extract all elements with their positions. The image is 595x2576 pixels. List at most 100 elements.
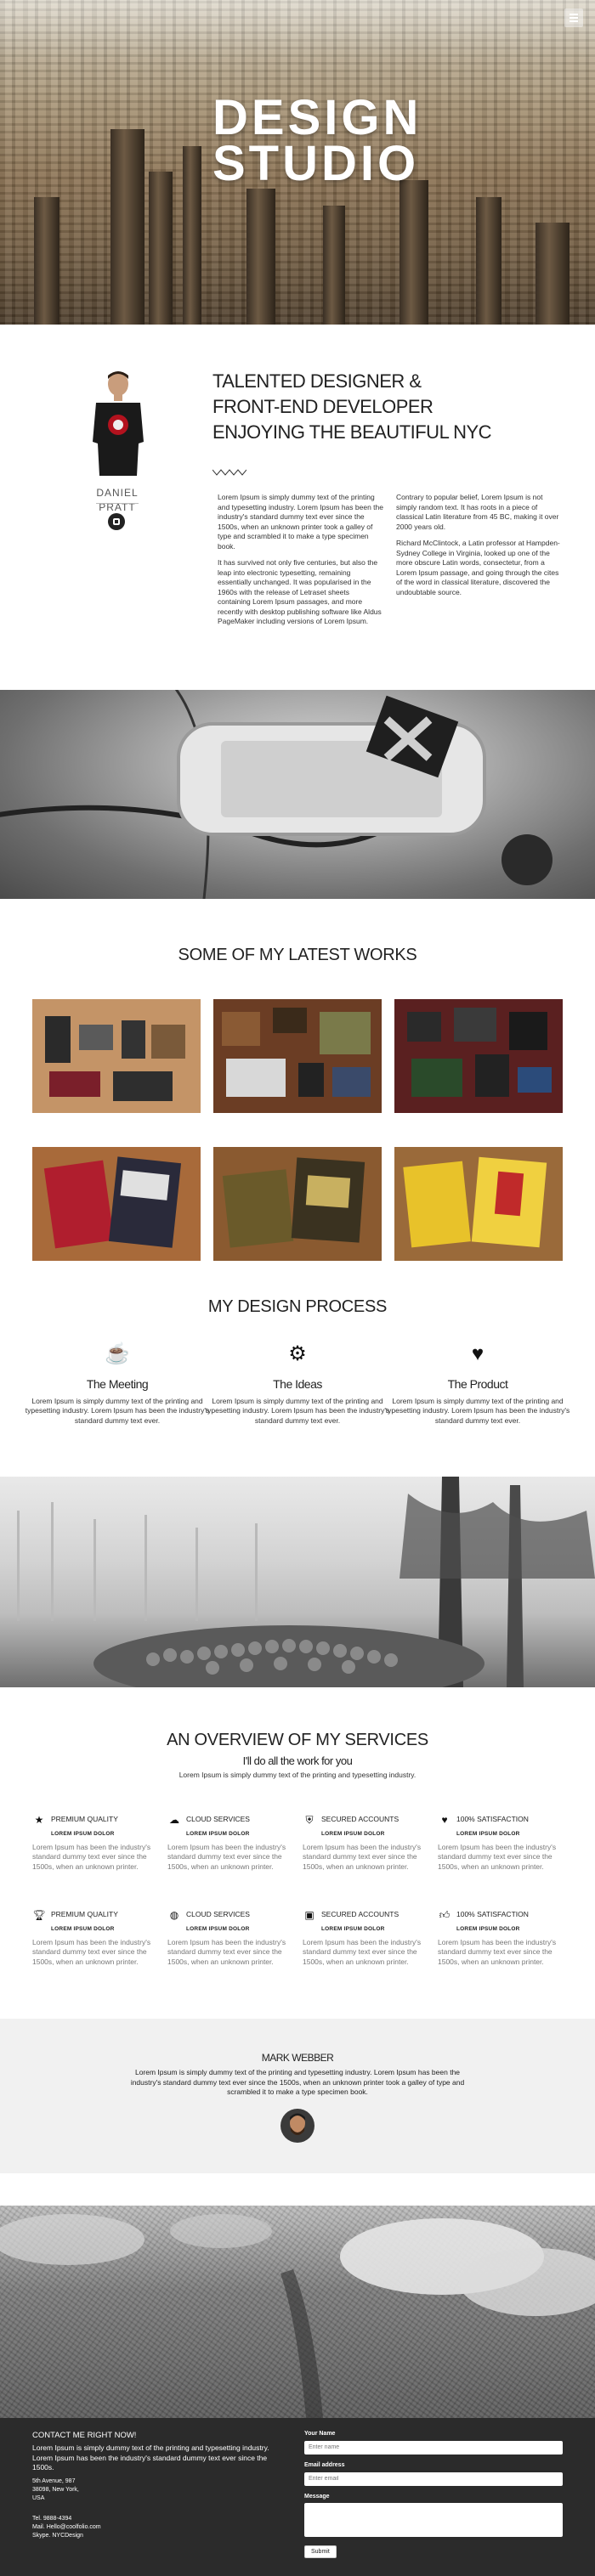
service-text: Lorem Ipsum has been the industry's stan… <box>303 1937 422 1966</box>
service-item: 👍︎ 100% SATISFACTION LOREM IPSUM DOLOR Lo… <box>438 1908 565 1967</box>
process-step: ☕ The Meeting Lorem Ipsum is simply dumm… <box>24 1341 211 1426</box>
hero-banner: DESIGN STUDIO <box>0 0 595 325</box>
contact-address: 5th Avenue, 987 38098, New York, USA <box>32 2477 79 2503</box>
contact-skype: Skype. NYCDesign <box>32 2533 83 2539</box>
contact-form: Your Name Email address Message Submit <box>304 2430 563 2559</box>
about-heading: TALENTED DESIGNER & FRONT-END DEVELOPER … <box>212 369 492 445</box>
services-title: AN OVERVIEW OF MY SERVICES <box>167 1731 428 1749</box>
service-subtitle: LOREM IPSUM DOLOR <box>51 1830 115 1837</box>
globe-icon: ◍ <box>169 1909 179 1921</box>
work-thumbnail[interactable] <box>394 999 563 1113</box>
process-step-text: Lorem Ipsum is simply dummy text of the … <box>205 1396 390 1425</box>
service-item: ⛨ SECURED ACCOUNTS LOREM IPSUM DOLOR Lore… <box>303 1813 430 1872</box>
service-subtitle: LOREM IPSUM DOLOR <box>186 1925 250 1932</box>
hero-title-line1: DESIGN <box>212 90 422 145</box>
message-textarea[interactable] <box>304 2503 563 2538</box>
about-paragraph: Lorem Ipsum is simply dummy text of the … <box>218 493 383 551</box>
about-column-left: Lorem Ipsum is simply dummy text of the … <box>218 493 384 634</box>
testimonial-section: MARK WEBBER Lorem Ipsum is simply dummy … <box>0 2019 595 2173</box>
forest-banner-image <box>0 1477 595 1687</box>
service-title: 100% SATISFACTION <box>456 1910 529 1919</box>
work-thumbnail[interactable] <box>213 999 382 1113</box>
about-heading-line3: ENJOYING THE BEAUTIFUL NYC <box>212 421 492 443</box>
cloud-icon: ☁ <box>169 1814 179 1826</box>
email-input[interactable] <box>304 2471 563 2486</box>
city-aerial-banner-image <box>0 2206 595 2418</box>
email-label: Email address <box>304 2461 345 2468</box>
name-label: Your Name <box>304 2431 336 2437</box>
service-item: ☁ CLOUD SERVICES LOREM IPSUM DOLOR Lorem … <box>167 1813 295 1872</box>
service-text: Lorem Ipsum has been the industry's stan… <box>32 1937 151 1966</box>
testimonial-avatar <box>280 2109 314 2143</box>
about-paragraph: It has survived not only five centuries,… <box>218 558 382 625</box>
service-title: PREMIUM QUALITY <box>51 1815 118 1824</box>
service-subtitle: LOREM IPSUM DOLOR <box>321 1925 385 1932</box>
service-subtitle: LOREM IPSUM DOLOR <box>456 1830 520 1837</box>
heart-icon: ♥ <box>441 1814 448 1826</box>
hero-title: DESIGN STUDIO <box>212 90 422 191</box>
gears-icon: ⚙ <box>288 1342 307 1365</box>
process-step-title: The Ideas <box>273 1377 322 1391</box>
message-label: Message <box>304 2493 330 2500</box>
service-subtitle: LOREM IPSUM DOLOR <box>321 1830 385 1837</box>
services-intro: Lorem Ipsum is simply dummy text of the … <box>178 1771 416 1779</box>
service-item: ▣ SECURED ACCOUNTS LOREM IPSUM DOLOR Lore… <box>303 1908 430 1967</box>
testimonial-text: Lorem Ipsum is simply dummy text of the … <box>130 2068 465 2096</box>
work-thumbnail[interactable] <box>32 999 201 1113</box>
dribbble-icon[interactable] <box>108 513 125 530</box>
services-subtitle: I'll do all the work for you <box>242 1754 353 1767</box>
service-title: CLOUD SERVICES <box>186 1815 250 1824</box>
process-step-title: The Meeting <box>86 1377 149 1391</box>
about-heading-line2: FRONT-END DEVELOPER <box>212 396 434 417</box>
process-step-text: Lorem Ipsum is simply dummy text of the … <box>25 1396 210 1425</box>
service-item: ◍ CLOUD SERVICES LOREM IPSUM DOLOR Lorem … <box>167 1908 295 1967</box>
hero-title-line2: STUDIO <box>212 136 420 191</box>
about-paragraph: Richard McClintock, a Latin professor at… <box>396 539 560 596</box>
service-item: 🏆︎ PREMIUM QUALITY LOREM IPSUM DOLOR Lore… <box>32 1908 160 1967</box>
divider <box>96 503 139 504</box>
service-text: Lorem Ipsum has been the industry's stan… <box>303 1842 422 1871</box>
submit-button[interactable]: Submit <box>304 2545 337 2559</box>
service-subtitle: LOREM IPSUM DOLOR <box>51 1925 115 1932</box>
coffee-cup-icon: ☕ <box>105 1342 130 1365</box>
service-subtitle: LOREM IPSUM DOLOR <box>456 1925 520 1932</box>
shield-icon: ⛨ <box>305 1814 314 1826</box>
works-title: SOME OF MY LATEST WORKS <box>178 946 417 964</box>
phone-banner-image <box>0 690 595 899</box>
process-step: ♥ The Product Lorem Ipsum is simply dumm… <box>384 1341 571 1426</box>
hamburger-menu-icon[interactable] <box>564 8 583 27</box>
service-title: SECURED ACCOUNTS <box>321 1910 400 1919</box>
work-thumbnail[interactable] <box>213 1147 382 1261</box>
address-line: 5th Avenue, 987 <box>32 2478 76 2484</box>
contact-intro: Lorem Ipsum is simply dummy text of the … <box>32 2443 269 2471</box>
contact-tel: Tel. 9888-4394 <box>32 2516 72 2522</box>
service-text: Lorem Ipsum has been the industry's stan… <box>32 1842 151 1871</box>
trophy-icon: 🏆︎ <box>32 1909 46 1921</box>
service-title: PREMIUM QUALITY <box>51 1910 118 1919</box>
service-item: ★ PREMIUM QUALITY LOREM IPSUM DOLOR Lorem… <box>32 1813 160 1872</box>
service-subtitle: LOREM IPSUM DOLOR <box>186 1830 250 1837</box>
zigzag-divider <box>212 469 246 476</box>
thumbs-up-icon: 👍︎ <box>439 1909 450 1921</box>
work-thumbnail[interactable] <box>394 1147 563 1261</box>
contact-details: Tel. 9888-4394 Mail. Hello@coolfolio.com… <box>32 2515 101 2540</box>
heart-icon: ♥ <box>471 1342 484 1365</box>
process-title: MY DESIGN PROCESS <box>207 1297 388 1316</box>
service-title: SECURED ACCOUNTS <box>321 1815 400 1824</box>
process-step-text: Lorem Ipsum is simply dummy text of the … <box>385 1396 570 1425</box>
lock-icon: ▣ <box>304 1909 314 1921</box>
service-text: Lorem Ipsum has been the industry's stan… <box>438 1842 557 1871</box>
contact-mail[interactable]: Mail. Hello@coolfolio.com <box>32 2523 101 2532</box>
address-line: 38098, New York, <box>32 2487 79 2493</box>
process-step-title: The Product <box>447 1377 508 1391</box>
name-input[interactable] <box>304 2440 563 2455</box>
about-heading-line1: TALENTED DESIGNER & <box>212 370 422 392</box>
work-thumbnail[interactable] <box>32 1147 201 1261</box>
profile-name: DANIEL PRATT <box>96 487 139 513</box>
service-item: ♥ 100% SATISFACTION LOREM IPSUM DOLOR Lor… <box>438 1813 565 1872</box>
service-title: 100% SATISFACTION <box>456 1815 529 1824</box>
testimonial-name: MARK WEBBER <box>261 2052 334 2064</box>
star-icon: ★ <box>34 1814 44 1826</box>
contact-footer: CONTACT ME RIGHT NOW! Lorem Ipsum is sim… <box>0 2418 595 2576</box>
address-line: USA <box>32 2495 45 2501</box>
